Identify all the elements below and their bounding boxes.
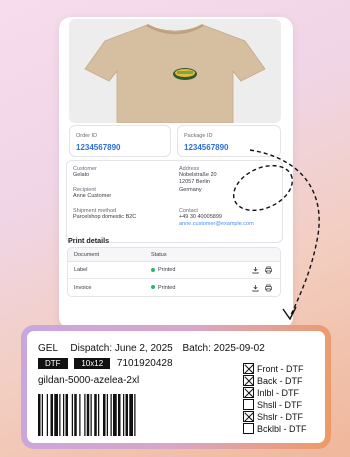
option-inlbl: Inlbl - DTF bbox=[243, 387, 299, 398]
barcode bbox=[38, 394, 136, 436]
checkbox-empty-icon bbox=[243, 423, 254, 434]
option-back: Back - DTF bbox=[243, 375, 303, 386]
label-code: GEL bbox=[38, 343, 58, 354]
checkbox-empty-icon bbox=[243, 399, 254, 410]
option-front: Front - DTF bbox=[243, 363, 304, 374]
checkbox-checked-icon bbox=[243, 375, 254, 386]
checkbox-checked-icon bbox=[243, 363, 254, 374]
shipping-label: GEL Dispatch: June 2, 2025 Batch: 2025-0… bbox=[27, 331, 325, 443]
checkbox-checked-icon bbox=[243, 411, 254, 422]
tag-method: DTF bbox=[38, 358, 68, 369]
label-header: GEL Dispatch: June 2, 2025 Batch: 2025-0… bbox=[38, 343, 265, 354]
checkbox-checked-icon bbox=[243, 387, 254, 398]
option-shslr: Shslr - DTF bbox=[243, 411, 303, 422]
label-tag-row: DTF 10x12 7101920428 bbox=[38, 358, 173, 369]
label-sku: gildan-5000-azelea-2xl bbox=[38, 375, 140, 386]
label-frame: GEL Dispatch: June 2, 2025 Batch: 2025-0… bbox=[21, 325, 331, 449]
tag-size: 10x12 bbox=[74, 358, 111, 369]
label-dispatch: Dispatch: June 2, 2025 bbox=[70, 343, 173, 354]
label-number: 7101920428 bbox=[116, 358, 173, 369]
option-shsll: Shsll - DTF bbox=[243, 399, 302, 410]
label-batch: Batch: 2025-09-02 bbox=[182, 343, 265, 354]
option-bcklbl: Bcklbl - DTF bbox=[243, 423, 307, 434]
